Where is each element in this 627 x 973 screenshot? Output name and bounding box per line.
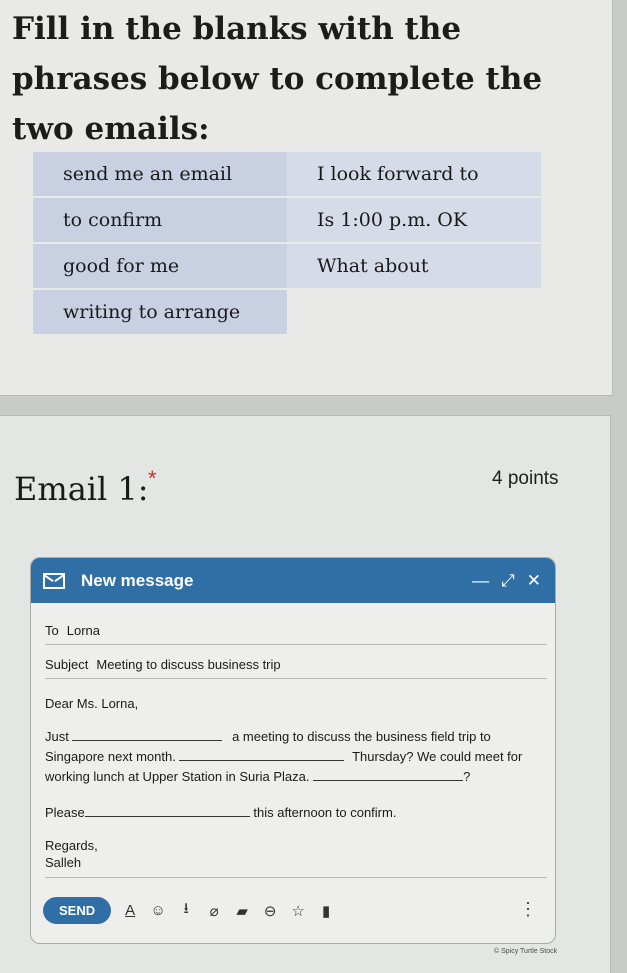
email-text: Singapore next month. [45,749,176,764]
phrase-cell: Is 1:00 p.m. OK [287,198,541,244]
star-icon[interactable]: ☆ [289,902,307,920]
subject-field[interactable]: Subject Meeting to discuss business trip [45,657,547,679]
expand-icon[interactable]: ⤢ [501,571,515,591]
email-text: a meeting to discuss the business field … [232,729,491,744]
format-icon[interactable]: A [121,902,139,919]
answer-blank[interactable] [313,771,464,781]
email-signature: Salleh [45,855,82,870]
answer-blank[interactable] [84,807,250,817]
compose-divider [45,877,547,878]
question-points: 4 points [492,468,559,489]
watermark: © Spicy Turtle Stock [494,948,558,955]
phrase-cell: What about [287,244,541,290]
email-text: Thursday? We could meet for [352,749,523,764]
email-paragraph-2: Please this afternoon to confirm. [45,805,550,820]
email-paragraph-1: Just a meeting to discuss the business f… [45,727,550,787]
phrase-cell: good for me [33,244,287,290]
phrase-cell: I look forward to [287,152,541,198]
compose-title: New message [81,570,194,590]
attach-drive-icon[interactable]: ⭳ [177,898,195,923]
required-mark: * [148,466,157,491]
question-title: Email 1: [14,470,149,508]
to-label: To [45,623,59,638]
send-button[interactable]: SEND [43,897,112,924]
trash-icon[interactable]: ▮ [317,902,335,920]
phrase-cell: send me an email [33,152,287,198]
email-text: Just [45,729,69,744]
emoji-icon[interactable]: ☺ [149,902,167,919]
phrase-cell: to confirm [33,198,287,244]
envelope-icon [43,572,65,589]
answer-blank[interactable] [179,751,345,761]
phrase-table: send me an email I look forward to to co… [33,152,541,336]
link-icon[interactable]: ⊖ [261,902,279,920]
compose-toolbar: SEND A ☺ ⭳ ⌀ ▰ ⊖ ☆ ▮ [43,897,335,924]
email-text: Please [45,805,85,820]
email-greeting: Dear Ms. Lorna, [45,696,139,711]
email-closing: Regards, [45,838,98,853]
image-icon[interactable]: ▰ [233,902,251,920]
more-options-icon[interactable]: ⋮ [519,899,537,920]
email-text: working lunch at Upper Station in Suria … [45,769,310,784]
to-value: Lorna [66,623,100,638]
phrase-cell: writing to arrange [33,290,287,336]
minimize-icon[interactable]: — [472,571,489,591]
email-compose-window: New message — ⤢ ✕ To Lorna Subject Meeting… [30,557,556,944]
email-text: ? [463,769,471,784]
phrase-cell-empty [287,290,541,336]
attach-file-icon[interactable]: ⌀ [205,902,223,920]
subject-label: Subject [45,657,89,672]
instructions-text: Fill in the blanks with the phrases belo… [12,11,543,147]
email-text: this afternoon to confirm. [253,805,397,820]
subject-value: Meeting to discuss business trip [96,657,281,672]
to-field[interactable]: To Lorna [45,623,547,645]
answer-blank[interactable] [72,731,223,741]
close-icon[interactable]: ✕ [527,571,541,591]
compose-header: New message — ⤢ ✕ [31,558,555,603]
